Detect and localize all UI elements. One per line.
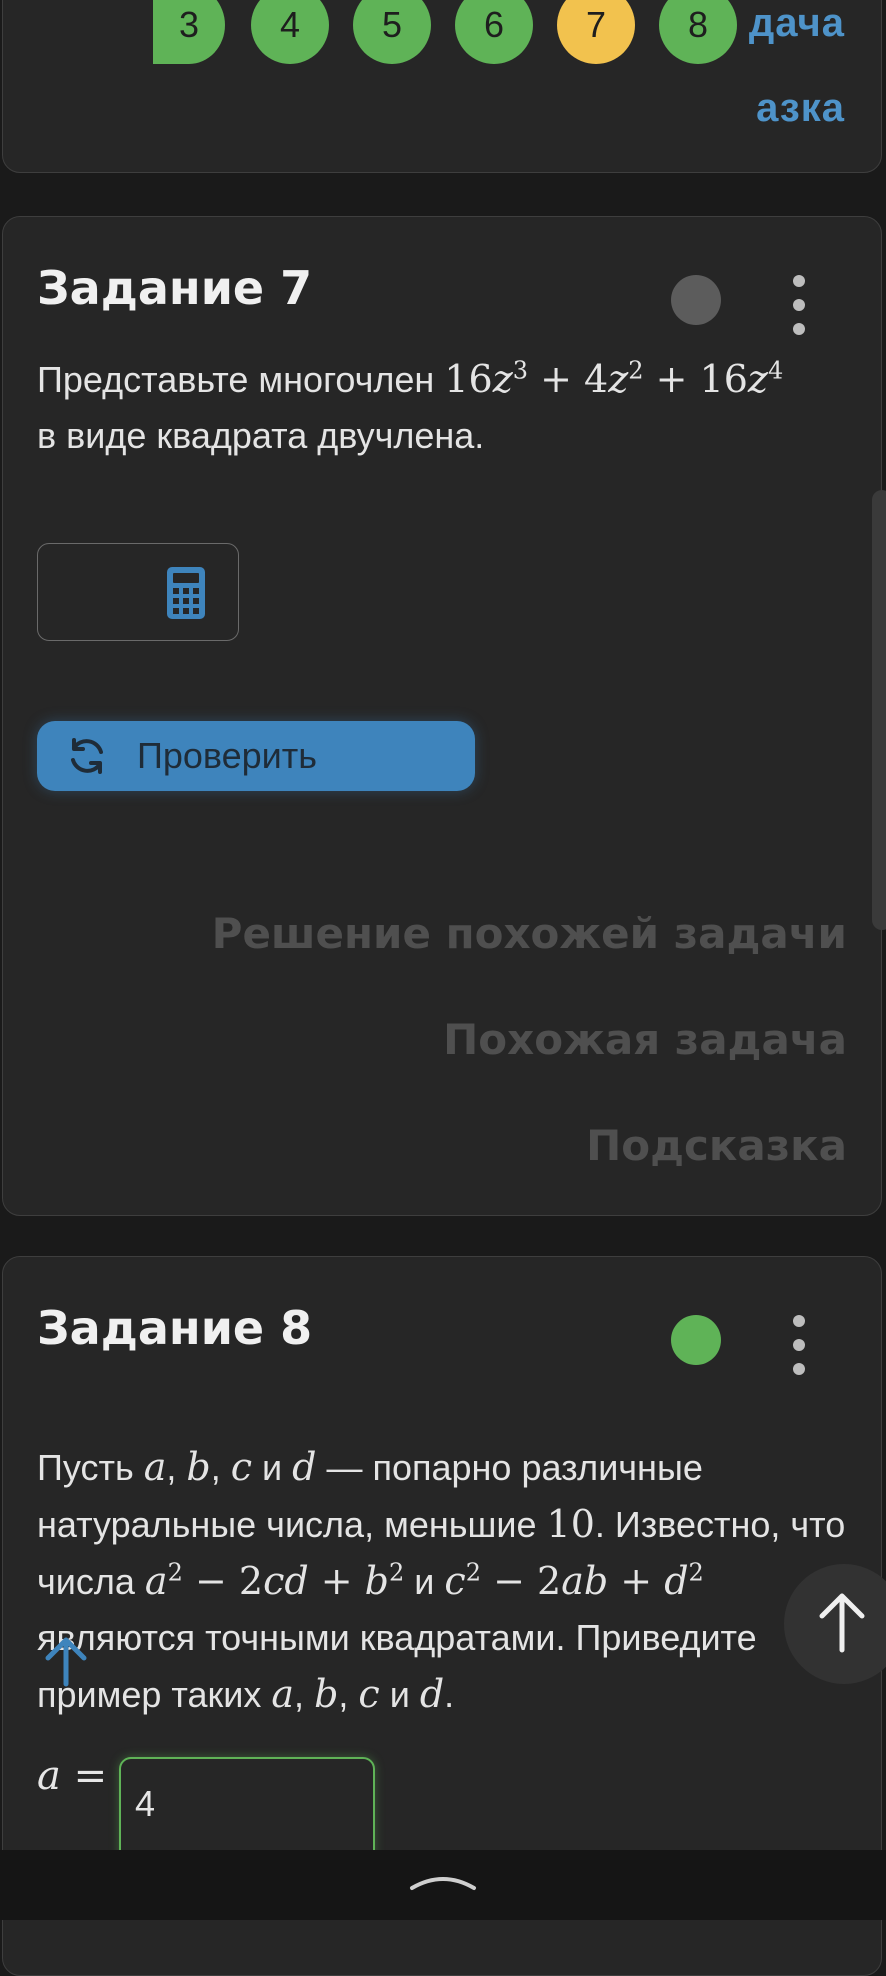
task-7-card: Задание 7 Представьте многочлен 16z3 + 4… — [2, 216, 882, 1216]
task-8-status-indicator — [671, 1315, 721, 1365]
scroll-up-small-icon[interactable] — [40, 1632, 92, 1688]
similar-solution-link[interactable]: Решение похожей задачи — [212, 909, 847, 958]
task-7-menu-icon[interactable] — [787, 275, 811, 335]
task-8-statement: Пусть a, b, c и d — попарно различные на… — [37, 1445, 846, 1716]
task-pager-card: дача азка 3 4 5 6 7 8 — [2, 0, 882, 173]
arrow-up-icon — [819, 1593, 865, 1653]
page-8-button[interactable]: 8 — [659, 0, 737, 64]
refresh-icon — [71, 738, 103, 774]
similar-task-link[interactable]: дача — [749, 1, 845, 46]
answer-a-label: a = — [37, 1753, 108, 1799]
page-4-button[interactable]: 4 — [251, 0, 329, 64]
task-7-polynomial: 16z3 + 4z2 + 16z4 — [444, 356, 784, 401]
chevron-up-icon[interactable] — [408, 1870, 478, 1894]
check-button-label: Проверить — [137, 735, 318, 776]
task-7-title: Задание 7 — [37, 261, 313, 315]
task-7-text-after: в виде квадрата двучлена. — [37, 415, 485, 456]
system-nav-bar — [0, 1850, 886, 1920]
hint-link[interactable]: азка — [756, 86, 845, 131]
page-6-button[interactable]: 6 — [455, 0, 533, 64]
check-button[interactable]: Проверить — [37, 721, 475, 791]
task-7-statement: Представьте многочлен 16z3 + 4z2 + 16z4 … — [37, 351, 857, 464]
page-7-button[interactable]: 7 — [557, 0, 635, 64]
task-7-status-indicator — [671, 275, 721, 325]
task-7-answer-input[interactable] — [37, 543, 239, 641]
hint-link-7[interactable]: Подсказка — [586, 1121, 847, 1170]
task-7-text-before: Представьте многочлен — [37, 359, 435, 400]
page-5-button[interactable]: 5 — [353, 0, 431, 64]
task-8-menu-icon[interactable] — [787, 1315, 811, 1375]
task-8-title: Задание 8 — [37, 1301, 313, 1355]
side-edge-handle[interactable] — [872, 490, 886, 930]
similar-task-link-7[interactable]: Похожая задача — [443, 1015, 847, 1064]
calculator-icon[interactable] — [166, 566, 206, 620]
page-3-button[interactable]: 3 — [153, 0, 225, 64]
